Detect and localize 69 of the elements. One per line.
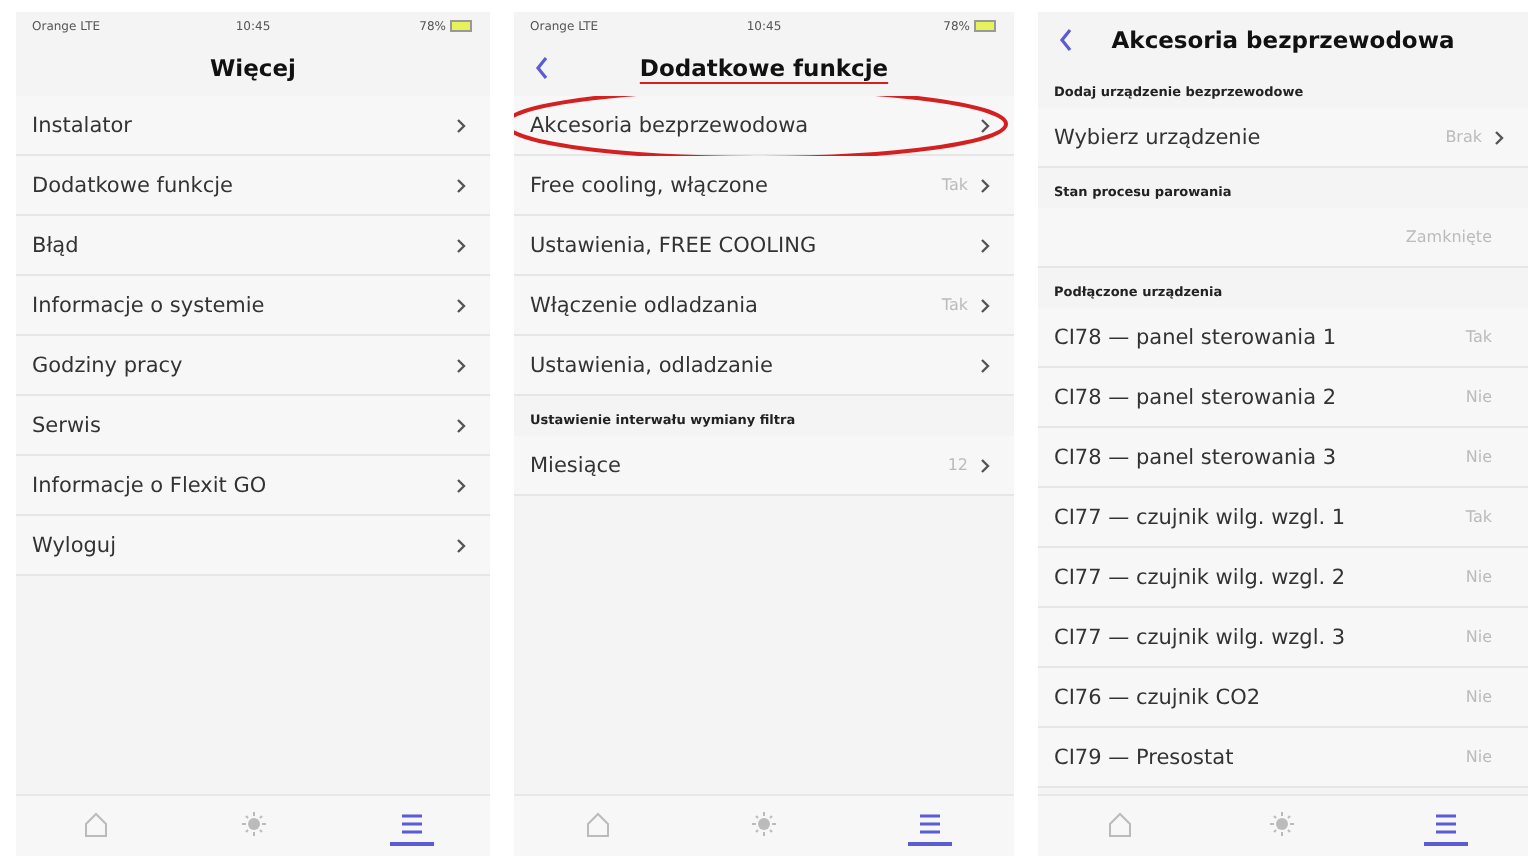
row-label: CI76 — czujnik CO2: [1054, 685, 1263, 709]
row-value: 12: [947, 456, 968, 474]
row-value: Nie: [1465, 688, 1492, 706]
chevron-icon: [456, 357, 466, 373]
chevron-icon: [456, 417, 466, 433]
chevron-icon: [980, 177, 990, 193]
sun-icon: [749, 810, 778, 838]
row-value: Nie: [1465, 628, 1492, 646]
chevron-icon: [980, 357, 990, 373]
row-value: Tak: [1465, 328, 1492, 346]
list-row[interactable]: Akcesoria bezprzewodowa: [514, 96, 1014, 156]
battery-icon: [450, 20, 474, 32]
row-label: Wyloguj: [32, 533, 118, 557]
row-label: Godziny pracy: [32, 353, 185, 377]
row-label: CI78 — panel sterowania 1: [1054, 325, 1339, 349]
chevron-icon: [456, 177, 466, 193]
row-label: CI77 — czujnik wilg. wzgl. 3: [1054, 625, 1348, 649]
chevron-icon: [456, 297, 466, 313]
row-label: Instalator: [32, 113, 134, 137]
row-value: Tak: [941, 176, 968, 194]
row-label: Free cooling, włączone: [530, 173, 770, 197]
row-label: Akcesoria bezprzewodowa: [530, 113, 811, 137]
row-label: Miesiące: [530, 453, 623, 477]
row-label: Włączenie odladzania: [530, 293, 760, 317]
row-value: Nie: [1465, 448, 1492, 466]
screen-title: Dodatkowe funkcje: [639, 54, 889, 82]
row-label: CI78 — panel sterowania 3: [1054, 445, 1339, 469]
home-icon: [583, 810, 612, 838]
home-icon: [1105, 810, 1134, 838]
row-label: Informacje o systemie: [32, 293, 267, 317]
home-icon: [81, 810, 109, 838]
back-icon[interactable]: [534, 56, 550, 80]
row-value: Tak: [1465, 508, 1492, 526]
row-value: Nie: [1465, 568, 1492, 586]
row-label: Wybierz urządzenie: [1054, 125, 1263, 149]
row-value: Brak: [1445, 128, 1482, 146]
row-label: CI79 — Presostat: [1054, 745, 1236, 769]
chevron-icon: [980, 457, 990, 473]
battery-icon: [974, 20, 998, 32]
chevron-icon: [980, 237, 990, 253]
row-value: Tak: [941, 296, 968, 314]
chevron-icon: [456, 117, 466, 133]
screen-title: Więcej: [210, 54, 296, 82]
chevron-icon: [456, 237, 466, 253]
row-label: Ustawienia, odladzanie: [530, 353, 775, 377]
row-label: Dodatkowe funkcje: [32, 173, 235, 197]
row-label: Informacje o Flexit GO: [32, 473, 269, 497]
chevron-icon: [456, 477, 466, 493]
sun-icon: [1268, 810, 1297, 838]
chevron-icon: [1494, 129, 1504, 145]
row-label: CI78 — panel sterowania 2: [1054, 385, 1339, 409]
chevron-icon: [980, 297, 990, 313]
list-row[interactable]: Free cooling, włączone Tak: [514, 156, 1014, 216]
sun-icon: [239, 810, 267, 838]
menu-icon: [397, 810, 425, 838]
row-label: Serwis: [32, 413, 103, 437]
row-value: Nie: [1465, 388, 1492, 406]
row-label: Ustawienia, FREE COOLING: [530, 233, 819, 257]
row-label: Błąd: [32, 233, 81, 257]
row-value: Nie: [1465, 748, 1492, 766]
chevron-icon: [456, 537, 466, 553]
chevron-icon: [980, 117, 990, 133]
row-label: CI77 — czujnik wilg. wzgl. 1: [1054, 505, 1348, 529]
row-label: CI77 — czujnik wilg. wzgl. 2: [1054, 565, 1348, 589]
back-icon[interactable]: [1058, 28, 1074, 52]
menu-icon: [916, 810, 945, 838]
screen-title: Akcesoria bezprzewodowa: [1111, 26, 1455, 54]
row-value: Zamknięte: [1405, 228, 1492, 246]
menu-icon: [1432, 810, 1461, 838]
